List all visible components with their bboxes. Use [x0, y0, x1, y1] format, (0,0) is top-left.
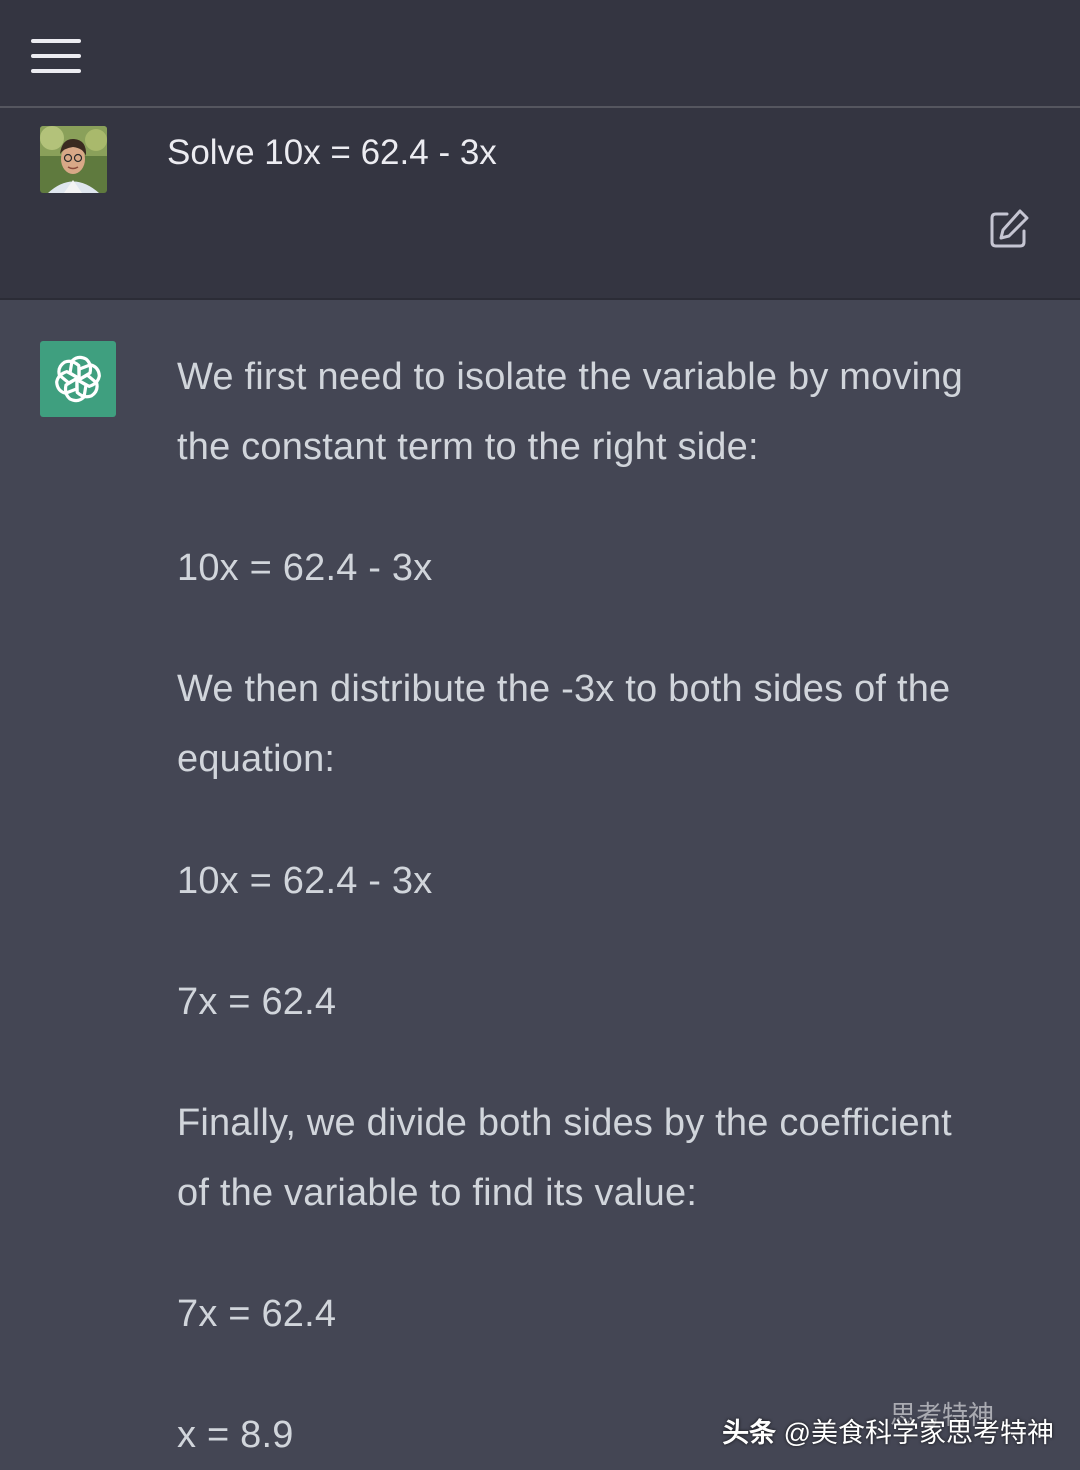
- user-prompt-text: Solve 10x = 62.4 - 3x: [167, 133, 497, 172]
- response-line: We first need to isolate the variable by…: [177, 356, 963, 398]
- response-line: of the variable to find its value:: [177, 1172, 698, 1214]
- response-line: equation:: [177, 738, 336, 780]
- edit-icon[interactable]: [988, 208, 1030, 250]
- watermark-brand: 头条: [722, 1418, 777, 1448]
- assistant-message: We first need to isolate the variable by…: [0, 300, 1080, 1470]
- response-line: the constant term to the right side:: [177, 426, 759, 468]
- equation-line: 10x = 62.4 - 3x: [177, 860, 433, 902]
- equation-line: 7x = 62.4: [177, 981, 337, 1023]
- response-line: We then distribute the -3x to both sides…: [177, 668, 951, 710]
- equation-line: 7x = 62.4: [177, 1293, 337, 1335]
- watermark: 头条 @美食科学家思考特神: [722, 1411, 1054, 1450]
- openai-logo-icon: [40, 341, 116, 417]
- watermark-handle: @美食科学家思考特神: [783, 1418, 1054, 1448]
- equation-line: 10x = 62.4 - 3x: [177, 547, 433, 589]
- top-bar: [0, 0, 1080, 108]
- user-message: Solve 10x = 62.4 - 3x: [0, 108, 1080, 300]
- hamburger-menu-icon[interactable]: [31, 37, 81, 75]
- equation-line: x = 8.9: [177, 1414, 294, 1456]
- response-line: Finally, we divide both sides by the coe…: [177, 1102, 952, 1144]
- user-avatar: [40, 126, 107, 193]
